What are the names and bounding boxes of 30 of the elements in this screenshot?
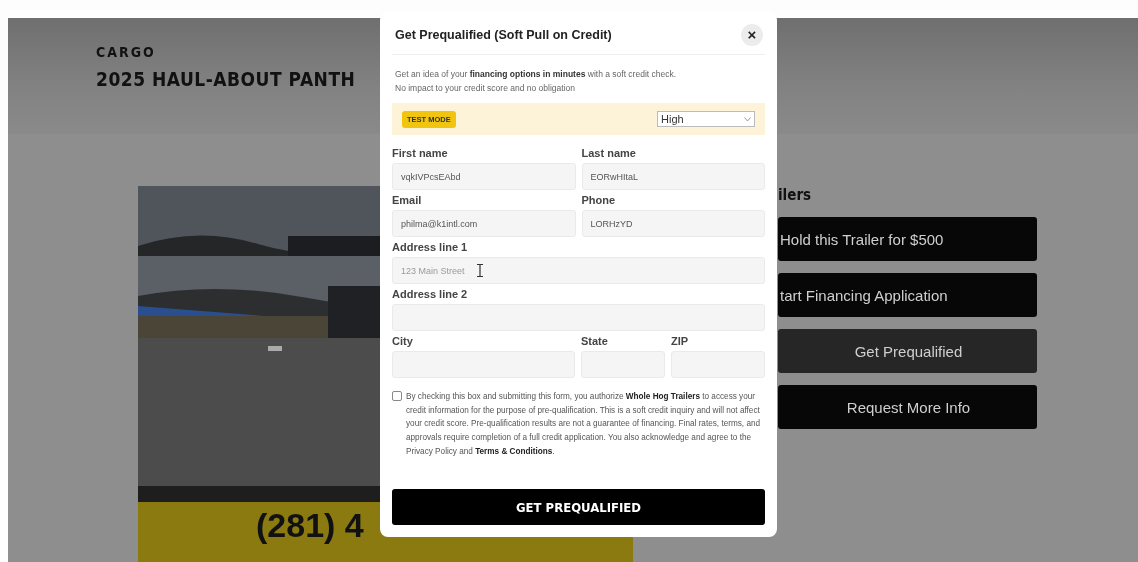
input-field[interactable]: EORwHItaL [581, 163, 765, 190]
section-heading: ilers [778, 186, 812, 204]
field-label: First name [392, 147, 448, 159]
product-title: 2025 HAUL-ABOUT PANTH [96, 68, 356, 90]
field-label: Address line 2 [392, 288, 468, 300]
category-label: CARGO [96, 44, 156, 60]
field-label: City [392, 335, 413, 347]
field-label: Email [392, 194, 422, 206]
input-field[interactable]: LORHzYD [581, 210, 765, 237]
action-button[interactable]: Request More Info [778, 385, 1037, 429]
field-label: Last name [581, 147, 636, 159]
intro-text: Get an idea of your financing options in minutes with a soft credit check. [395, 68, 678, 81]
field-label: State [581, 335, 608, 347]
action-button[interactable]: Hold this Trailer for $500 [778, 217, 1037, 261]
dialog-title: Get Prequalified (Soft Pull on Credit) [395, 28, 612, 42]
submit-button[interactable]: GET PREQUALIFIED [392, 489, 765, 525]
phone-number: (281) 4 [256, 505, 364, 546]
input-field[interactable]: vqkIVPcsEAbd [392, 163, 576, 190]
field-label: Phone [581, 194, 616, 206]
field-label: ZIP [671, 335, 689, 347]
input-field[interactable]: philma@k1intl.com [392, 210, 576, 237]
field-label: Address line 1 [392, 241, 468, 253]
level-select[interactable]: High [657, 111, 755, 127]
caret-icon [744, 116, 751, 122]
consent-text: By checking this box and submitting this form, you authorize Whole Hog Trailers to access your credit information for the purpose of pre-qualification. This is a soft credit inquiry and will not affect your credit score. Pre-qualification results are not a guarantee of financing. Final rates, terms, and approvals require completion of a full credit application. You also acknowledge and agree to the Privacy Policy and Terms & Conditions. [406, 391, 762, 458]
close-button[interactable]: × [741, 24, 763, 46]
intro-text: No impact to your credit score and no obligation [395, 82, 576, 95]
consent-checkbox[interactable] [392, 391, 402, 401]
action-button[interactable]: tart Financing Application [778, 273, 1037, 317]
action-button[interactable]: Get Prequalified [778, 329, 1037, 373]
